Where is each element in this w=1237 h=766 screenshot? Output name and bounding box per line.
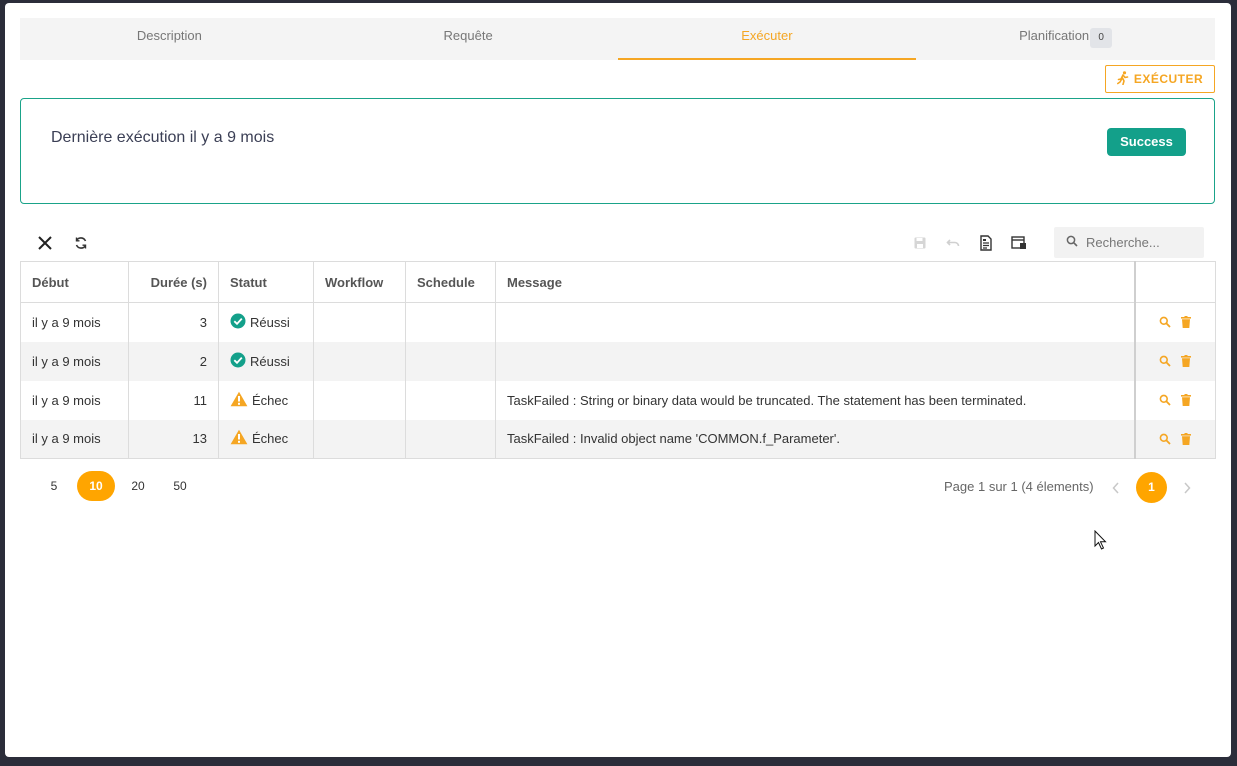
cell-schedule [405, 341, 496, 381]
cell-actions [1133, 419, 1216, 459]
cell-schedule [405, 380, 496, 420]
last-execution-panel: Dernière exécution il y a 9 mois Success [20, 98, 1215, 204]
mouse-cursor-icon [1094, 529, 1108, 553]
tab-planification-label: Planification [1019, 28, 1090, 43]
status-badge: Success [1107, 128, 1186, 156]
cell-workflow [313, 419, 406, 459]
running-person-icon [1116, 70, 1129, 88]
warning-icon [230, 429, 248, 448]
table-row[interactable]: il y a 9 mois 13 Échec TaskFailed : Inva… [20, 419, 1216, 459]
table-header-row: Début Durée (s) Statut Workflow Schedule… [20, 261, 1216, 303]
cell-duree: 11 [128, 380, 219, 420]
success-check-icon [230, 313, 246, 332]
cell-workflow [313, 302, 406, 342]
warning-icon [230, 391, 248, 410]
page-size-20[interactable]: 20 [119, 471, 157, 501]
cell-duree: 13 [128, 419, 219, 459]
tab-requete[interactable]: Requête [319, 18, 618, 60]
status-text: Réussi [250, 353, 290, 369]
cell-actions [1133, 341, 1216, 381]
view-details-icon[interactable] [1159, 316, 1171, 328]
view-details-icon[interactable] [1159, 355, 1171, 367]
column-header-schedule[interactable]: Schedule [405, 261, 496, 303]
close-icon[interactable] [35, 233, 55, 253]
cell-message [495, 302, 1135, 342]
table-row[interactable]: il y a 9 mois 11 Échec TaskFailed : Stri… [20, 380, 1216, 420]
cell-debut: il y a 9 mois [20, 419, 129, 459]
table-row[interactable]: il y a 9 mois 3 Réussi [20, 302, 1216, 342]
column-header-actions [1133, 261, 1216, 303]
tab-bar: Description Requête Exécuter Planificati… [20, 18, 1215, 60]
cell-duree: 2 [128, 341, 219, 381]
cell-debut: il y a 9 mois [20, 341, 129, 381]
status-text: Échec [252, 431, 289, 447]
tab-executer[interactable]: Exécuter [617, 18, 917, 60]
page-size-10[interactable]: 10 [77, 471, 115, 501]
last-execution-title: Dernière exécution il y a 9 mois [51, 129, 275, 146]
column-header-duree[interactable]: Durée (s) [128, 261, 219, 303]
status-text: Réussi [250, 314, 290, 330]
page-size-selector: 5 10 20 50 [35, 471, 199, 501]
execute-button[interactable]: EXÉCUTER [1105, 65, 1215, 93]
delete-icon[interactable] [1181, 394, 1192, 406]
cell-actions [1133, 302, 1216, 342]
column-header-workflow[interactable]: Workflow [313, 261, 406, 303]
view-details-icon[interactable] [1159, 394, 1171, 406]
chevron-left-icon[interactable] [1108, 473, 1124, 503]
status-text: Échec [252, 392, 289, 408]
toolbar-left [35, 233, 91, 253]
table-row[interactable]: il y a 9 mois 2 Réussi [20, 341, 1216, 381]
cell-statut: Réussi [218, 302, 314, 342]
page-size-5[interactable]: 5 [35, 471, 73, 501]
delete-icon[interactable] [1181, 316, 1192, 329]
execute-button-label: EXÉCUTER [1133, 72, 1204, 86]
cell-actions [1133, 380, 1216, 420]
cell-statut: Échec [218, 419, 314, 459]
cell-schedule [405, 302, 496, 342]
export-doc-icon[interactable] [976, 233, 996, 253]
toolbar-right [910, 233, 1029, 253]
search-input[interactable] [1086, 235, 1196, 250]
page-button-current[interactable]: 1 [1136, 472, 1167, 503]
tab-description[interactable]: Description [20, 18, 319, 60]
cell-debut: il y a 9 mois [20, 302, 129, 342]
cell-workflow [313, 341, 406, 381]
undo-icon[interactable] [943, 233, 963, 253]
delete-icon[interactable] [1181, 432, 1192, 445]
cell-message: TaskFailed : Invalid object name 'COMMON… [495, 419, 1135, 459]
cell-debut: il y a 9 mois [20, 380, 129, 420]
app-window: Description Requête Exécuter Planificati… [5, 3, 1231, 757]
pager: 1 [1108, 472, 1195, 503]
cell-statut: Échec [218, 380, 314, 420]
column-header-statut[interactable]: Statut [218, 261, 314, 303]
success-check-icon [230, 352, 246, 371]
search-box [1054, 227, 1204, 258]
executions-table: Début Durée (s) Statut Workflow Schedule… [20, 261, 1216, 459]
cell-statut: Réussi [218, 341, 314, 381]
chevron-right-icon[interactable] [1179, 473, 1195, 503]
cell-message [495, 341, 1135, 381]
page-size-50[interactable]: 50 [161, 471, 199, 501]
cell-message: TaskFailed : String or binary data would… [495, 380, 1135, 420]
view-details-icon[interactable] [1159, 433, 1171, 445]
save-icon[interactable] [910, 233, 930, 253]
column-header-debut[interactable]: Début [20, 261, 129, 303]
column-header-message[interactable]: Message [495, 261, 1135, 303]
cell-duree: 3 [128, 302, 219, 342]
page-info: Page 1 sur 1 (4 élements) [944, 479, 1094, 494]
search-icon [1066, 235, 1078, 250]
refresh-icon[interactable] [71, 233, 91, 253]
columns-icon[interactable] [1009, 233, 1029, 253]
cell-schedule [405, 419, 496, 459]
planification-count-badge: 0 [1090, 27, 1113, 48]
tab-planification[interactable]: Planification 0 [916, 18, 1215, 60]
cell-workflow [313, 380, 406, 420]
delete-icon[interactable] [1181, 355, 1192, 367]
